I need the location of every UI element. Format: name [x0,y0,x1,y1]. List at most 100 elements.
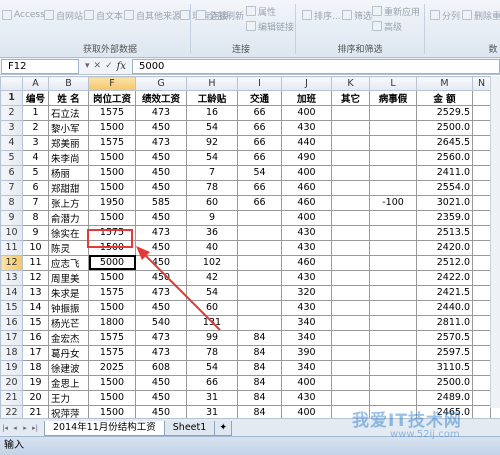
table-cell[interactable]: 黎小军 [48,119,89,136]
properties-button[interactable]: 属性 [246,4,276,18]
table-cell[interactable]: 钟振振 [48,299,89,316]
table-cell[interactable]: 9 [22,224,49,241]
table-cell[interactable] [331,359,370,376]
table-cell[interactable]: 66 [237,104,282,121]
column-header-i[interactable]: I [237,76,282,91]
table-cell[interactable]: 400 [281,104,332,121]
table-cell[interactable]: 1500 [88,374,136,391]
header-cell[interactable]: 金 额 [416,89,473,106]
table-cell[interactable]: 2560.0 [416,149,473,166]
column-header-l[interactable]: L [369,76,417,91]
table-cell[interactable]: 430 [281,299,332,316]
table-cell[interactable] [472,359,491,376]
table-cell[interactable]: 1500 [88,119,136,136]
table-cell[interactable] [331,329,370,346]
table-cell[interactable]: 490 [281,149,332,166]
table-cell[interactable]: 朱求是 [48,284,89,301]
table-cell[interactable]: 1500 [88,179,136,196]
table-cell[interactable]: 徐建波 [48,359,89,376]
table-cell[interactable]: 杨光芒 [48,314,89,331]
active-cell[interactable]: 5000 [88,254,136,271]
table-cell[interactable] [369,284,417,301]
table-cell[interactable]: 7 [22,194,49,211]
table-cell[interactable] [331,284,370,301]
last-sheet-icon[interactable]: ▸| [30,422,40,434]
next-sheet-icon[interactable]: ▸ [20,422,30,434]
table-cell[interactable]: 3021.0 [416,194,473,211]
sort-button[interactable]: 排序... [302,8,341,22]
table-cell[interactable]: 7 [186,164,238,181]
column-header-m[interactable]: M [416,76,473,91]
from-other-sources-button[interactable]: 自其他来源 [124,8,181,22]
sheet-tab-sheet1[interactable]: Sheet1 [163,421,216,436]
table-cell[interactable] [472,269,491,286]
table-cell[interactable]: 450 [135,119,187,136]
table-cell[interactable] [369,134,417,151]
table-cell[interactable]: 36 [186,224,238,241]
table-cell[interactable]: 99 [186,329,238,346]
table-cell[interactable]: 473 [135,344,187,361]
confirm-icon[interactable]: ✓ [105,61,113,71]
table-cell[interactable]: 葛丹女 [48,344,89,361]
row-header[interactable]: 9 [0,209,23,226]
table-cell[interactable]: -100 [369,194,417,211]
table-cell[interactable]: 1950 [88,194,136,211]
table-cell[interactable]: 473 [135,104,187,121]
table-cell[interactable]: 20 [22,389,49,406]
cancel-icon[interactable]: ✕ [94,61,102,71]
table-cell[interactable] [237,209,282,226]
table-cell[interactable]: 2513.5 [416,224,473,241]
table-cell[interactable] [472,164,491,181]
table-cell[interactable]: 9 [186,209,238,226]
table-cell[interactable]: 2500.0 [416,374,473,391]
table-cell[interactable]: 17 [22,344,49,361]
table-cell[interactable]: 78 [186,179,238,196]
table-cell[interactable] [331,194,370,211]
table-cell[interactable]: 84 [237,359,282,376]
table-cell[interactable] [331,299,370,316]
text-to-columns-button[interactable]: 分列 [430,8,460,22]
access-button[interactable]: Access [2,8,45,22]
sheet-tab-salary[interactable]: 2014年11月份结构工资 [44,421,165,436]
table-cell[interactable]: 3 [22,134,49,151]
table-cell[interactable]: 张上方 [48,194,89,211]
row-header[interactable]: 6 [0,164,23,181]
table-cell[interactable]: 60 [186,299,238,316]
table-cell[interactable]: 92 [186,134,238,151]
refresh-all-button[interactable]: 全部刷新 [196,8,244,22]
table-cell[interactable] [331,374,370,391]
table-cell[interactable]: 2500.0 [416,119,473,136]
table-cell[interactable]: 杨丽 [48,164,89,181]
table-cell[interactable]: 320 [281,284,332,301]
table-cell[interactable]: 450 [135,269,187,286]
table-cell[interactable] [472,299,491,316]
table-cell[interactable]: 60 [186,194,238,211]
table-cell[interactable] [472,104,491,121]
table-cell[interactable] [369,299,417,316]
table-cell[interactable] [369,329,417,346]
table-cell[interactable]: 8 [22,209,49,226]
table-cell[interactable]: 14 [22,299,49,316]
table-cell[interactable]: 340 [281,359,332,376]
table-cell[interactable]: 473 [135,134,187,151]
table-cell[interactable]: 340 [281,329,332,346]
from-text-button[interactable]: 自文本 [84,8,123,22]
column-header-h[interactable]: H [186,76,238,91]
column-header-k[interactable]: K [331,76,370,91]
table-cell[interactable]: 450 [135,164,187,181]
table-cell[interactable]: 5 [22,164,49,181]
table-cell[interactable]: 84 [237,344,282,361]
table-cell[interactable]: 1500 [88,299,136,316]
table-cell[interactable]: 2420.0 [416,239,473,256]
table-cell[interactable]: 430 [281,269,332,286]
table-cell[interactable] [472,179,491,196]
table-cell[interactable]: 102 [186,254,238,271]
table-cell[interactable]: 13 [22,284,49,301]
row-header[interactable]: 5 [0,149,23,166]
table-cell[interactable]: 42 [186,269,238,286]
table-cell[interactable]: 340 [281,314,332,331]
table-cell[interactable] [472,329,491,346]
table-cell[interactable]: 石立法 [48,104,89,121]
table-cell[interactable]: 84 [237,374,282,391]
table-cell[interactable]: 1500 [88,164,136,181]
